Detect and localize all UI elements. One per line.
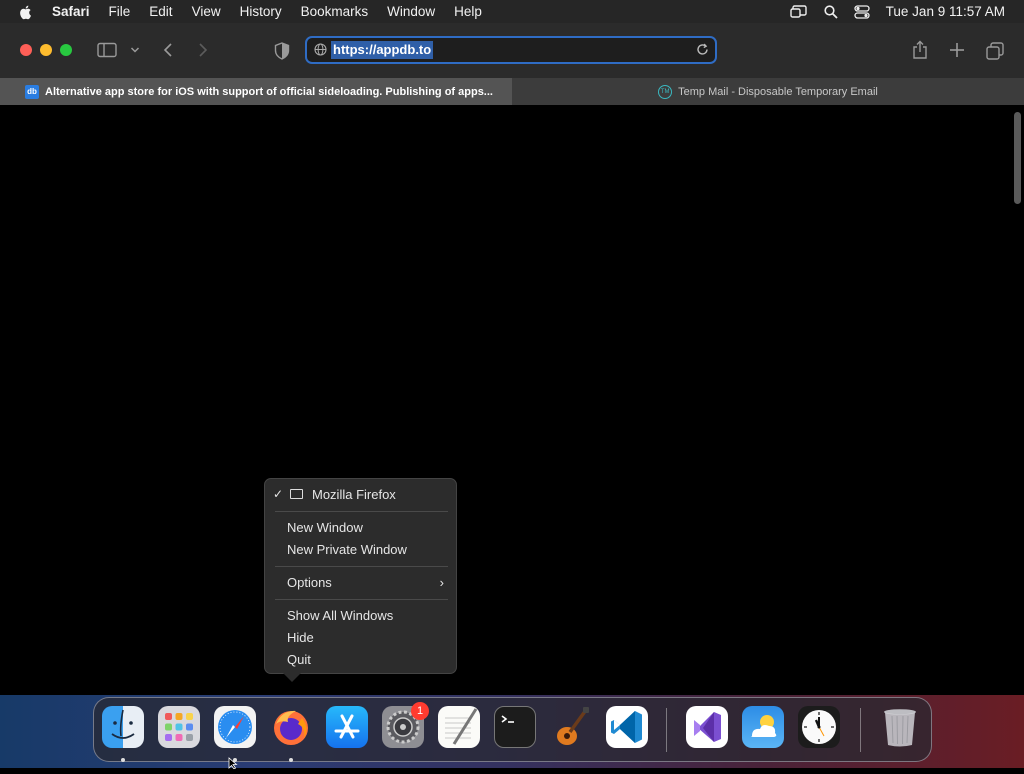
menu-history[interactable]: History <box>240 4 282 19</box>
scrollbar[interactable] <box>1014 112 1021 204</box>
menu-bar: Safari File Edit View History Bookmarks … <box>0 0 1024 23</box>
menu-separator <box>275 599 448 600</box>
weather-icon[interactable] <box>742 706 784 748</box>
chevron-right-icon: › <box>439 575 444 590</box>
visual-studio-icon[interactable] <box>686 706 728 748</box>
menu-edit[interactable]: Edit <box>149 4 172 19</box>
launchpad-icon[interactable] <box>158 706 200 748</box>
menu-view[interactable]: View <box>192 4 221 19</box>
menu-separator <box>275 511 448 512</box>
menu-bookmarks[interactable]: Bookmarks <box>301 4 369 19</box>
tab-temp-mail[interactable]: TM Temp Mail - Disposable Temporary Emai… <box>512 78 1024 105</box>
menu-help[interactable]: Help <box>454 4 482 19</box>
menu-app-name[interactable]: Safari <box>52 4 90 19</box>
trash-icon[interactable] <box>879 706 921 748</box>
textedit-icon[interactable] <box>438 706 480 748</box>
web-content[interactable] <box>0 105 1024 695</box>
tab-bar: db Alternative app store for iOS with su… <box>0 78 1024 105</box>
app-store-icon[interactable] <box>326 706 368 748</box>
tab-overview-icon[interactable] <box>986 42 1004 60</box>
dock-separator <box>860 708 861 752</box>
safari-icon[interactable] <box>214 706 256 748</box>
appdb-favicon-icon: db <box>25 84 39 99</box>
control-center-icon[interactable] <box>854 4 870 19</box>
menu-item-new-window[interactable]: New Window <box>287 518 363 538</box>
menu-item-window-title[interactable]: Mozilla Firefox <box>312 485 396 505</box>
address-bar[interactable]: https://appdb.to <box>305 36 717 64</box>
running-indicator <box>121 758 125 762</box>
garageband-icon[interactable] <box>550 706 592 748</box>
menu-item-options[interactable]: Options <box>287 573 332 593</box>
clock-icon[interactable] <box>798 706 840 748</box>
notification-badge: 1 <box>411 702 429 720</box>
menu-item-hide[interactable]: Hide <box>287 628 314 648</box>
menu-clock[interactable]: Tue Jan 9 11:57 AM <box>886 4 1005 19</box>
apple-menu-icon[interactable] <box>18 4 34 20</box>
url-text[interactable]: https://appdb.to <box>331 41 434 59</box>
tab-title: Temp Mail - Disposable Temporary Email <box>678 85 878 98</box>
firefox-icon[interactable] <box>270 706 312 748</box>
sidebar-toggle-icon[interactable] <box>97 42 117 58</box>
spotlight-search-icon[interactable] <box>824 4 838 19</box>
new-tab-icon[interactable] <box>949 42 965 58</box>
window-icon <box>290 489 303 499</box>
menu-item-new-private-window[interactable]: New Private Window <box>287 540 407 560</box>
tab-title: Alternative app store for iOS with suppo… <box>45 85 493 98</box>
mouse-cursor-icon <box>228 756 238 774</box>
reload-icon[interactable] <box>696 43 709 61</box>
menu-window[interactable]: Window <box>387 4 435 19</box>
menu-item-show-all-windows[interactable]: Show All Windows <box>287 606 393 626</box>
tab-appdb[interactable]: db Alternative app store for iOS with su… <box>0 78 512 105</box>
finder-icon[interactable] <box>102 706 144 748</box>
chevron-down-icon[interactable] <box>130 46 140 54</box>
vscode-icon[interactable] <box>606 706 648 748</box>
dock-separator <box>666 708 667 752</box>
menu-separator <box>275 566 448 567</box>
checkmark-icon: ✓ <box>273 487 284 501</box>
minimize-window-button[interactable] <box>40 44 52 56</box>
browser-toolbar: https://appdb.to <box>0 23 1024 78</box>
temp-mail-favicon-icon: TM <box>658 84 673 99</box>
screen-mirroring-icon[interactable] <box>789 4 808 19</box>
close-window-button[interactable] <box>20 44 32 56</box>
terminal-icon[interactable] <box>494 706 536 748</box>
privacy-shield-icon[interactable] <box>274 42 290 60</box>
share-icon[interactable] <box>912 40 928 60</box>
back-button[interactable] <box>162 42 174 58</box>
globe-icon <box>314 43 327 61</box>
dock-context-menu: ✓ Mozilla Firefox New Window New Private… <box>264 478 457 682</box>
running-indicator <box>289 758 293 762</box>
menu-item-quit[interactable]: Quit <box>287 650 311 670</box>
maximize-window-button[interactable] <box>60 44 72 56</box>
forward-button[interactable] <box>197 42 209 58</box>
menu-file[interactable]: File <box>109 4 131 19</box>
